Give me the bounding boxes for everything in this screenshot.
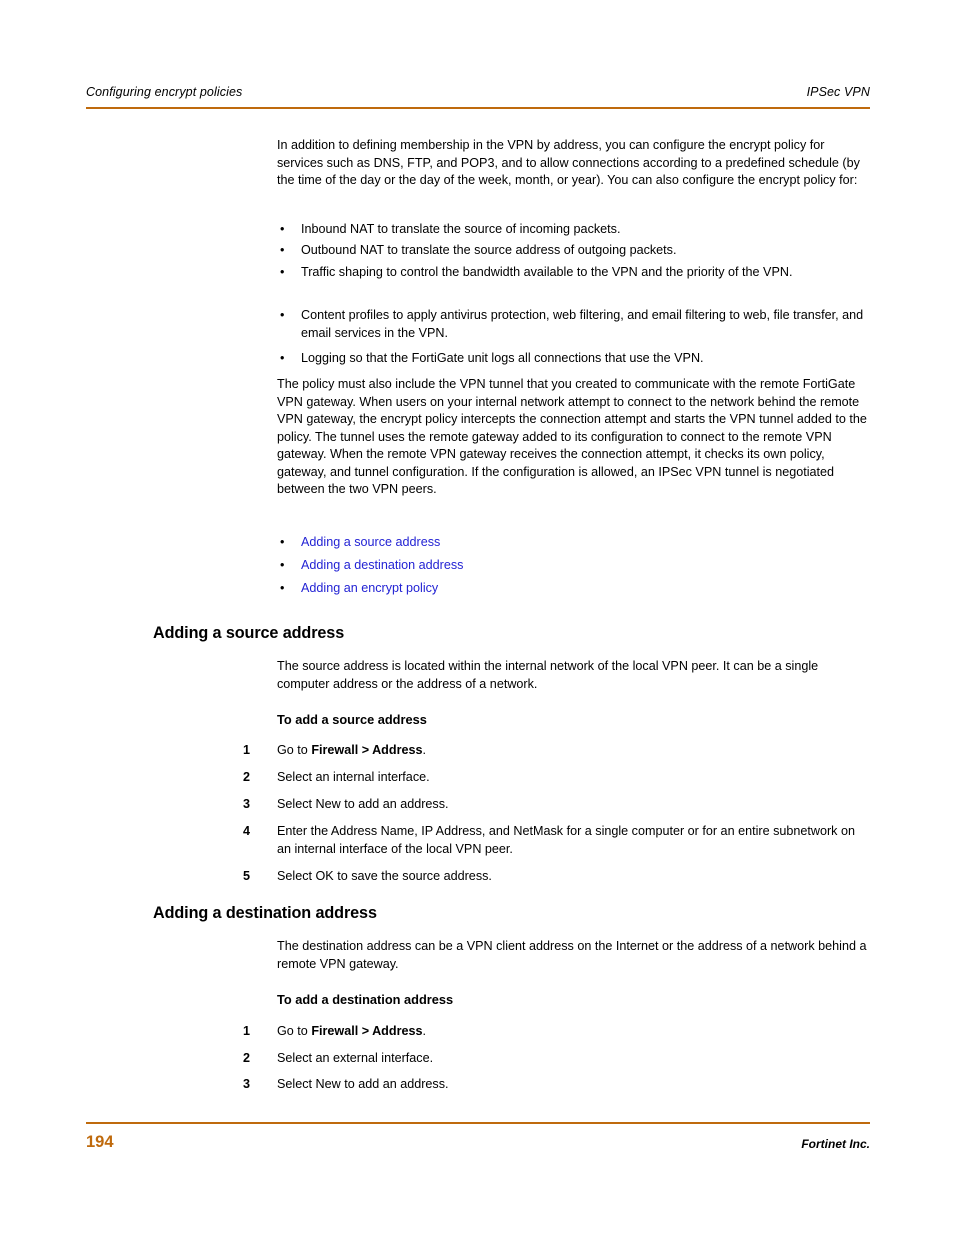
destination-address-paragraph: The destination address can be a VPN cli… <box>277 939 867 971</box>
step-text-post: . <box>422 1024 427 1038</box>
procedure-step: 2 Select an external interface. <box>236 1050 867 1068</box>
step-number: 1 <box>242 1024 250 1038</box>
list-item: • Adding a source address <box>277 534 867 552</box>
step-text: Select New to add an address. <box>277 797 449 811</box>
header-section-title: Configuring encrypt policies <box>86 85 243 99</box>
bullet-glyph: • <box>280 222 285 236</box>
procedure-step: 3 Select New to add an address. <box>236 796 867 814</box>
list-item: • Outbound NAT to translate the source a… <box>277 242 867 260</box>
bullet-glyph: • <box>280 351 285 365</box>
header-chapter-title: IPSec VPN <box>806 85 870 99</box>
section-heading-source-address: Adding a source address <box>153 624 345 642</box>
procedure-step: 4 Enter the Address Name, IP Address, an… <box>236 823 867 858</box>
cross-reference-link-source-address[interactable]: Adding a source address <box>301 534 867 552</box>
list-item: • Traffic shaping to control the bandwid… <box>277 264 867 282</box>
bullet-glyph: • <box>280 265 285 279</box>
procedure-step: 3 Select New to add an address. <box>236 1076 867 1094</box>
step-text: Select OK to save the source address. <box>277 869 492 883</box>
step-number: 2 <box>242 770 250 784</box>
bullet-glyph: • <box>280 243 285 257</box>
list-item: • Logging so that the FortiGate unit log… <box>277 350 867 368</box>
list-item-text: Traffic shaping to control the bandwidth… <box>301 265 793 279</box>
footer-divider-rule <box>86 1122 870 1124</box>
step-text: Go to Firewall > Address. <box>277 1023 867 1041</box>
document-page: Configuring encrypt policies IPSec VPN I… <box>0 0 954 1235</box>
policy-paragraph: The policy must also include the VPN tun… <box>277 377 867 496</box>
list-item: • Inbound NAT to translate the source of… <box>277 221 867 239</box>
procedure-step: 1 Go to Firewall > Address. <box>236 742 867 760</box>
section-heading-destination-address: Adding a destination address <box>153 904 377 922</box>
cross-reference-link-encrypt-policy[interactable]: Adding an encrypt policy <box>301 580 867 598</box>
step-text-pre: Go to <box>277 743 312 757</box>
list-item-text: Logging so that the FortiGate unit logs … <box>301 351 704 365</box>
header-divider-rule <box>86 107 870 109</box>
page-number: 194 <box>86 1133 114 1151</box>
step-number: 2 <box>242 1051 250 1065</box>
step-text: Select New to add an address. <box>277 1077 449 1091</box>
intro-paragraph: In addition to defining membership in th… <box>277 138 860 187</box>
step-number: 5 <box>242 869 250 883</box>
bullet-glyph: • <box>280 558 285 572</box>
list-item: • Adding a destination address <box>277 557 867 575</box>
list-item: • Adding an encrypt policy <box>277 580 867 598</box>
list-item: • Content profiles to apply antivirus pr… <box>277 307 867 342</box>
step-text: Select an external interface. <box>277 1051 434 1065</box>
list-item-text: Inbound NAT to translate the source of i… <box>301 222 621 236</box>
step-number: 3 <box>242 1077 250 1091</box>
footer-publisher: Fortinet Inc. <box>801 1137 870 1151</box>
running-header: Configuring encrypt policies IPSec VPN <box>86 84 870 108</box>
step-number: 1 <box>242 743 250 757</box>
procedure-heading-source-address: To add a source address <box>277 712 427 727</box>
step-text-post: . <box>422 743 427 757</box>
list-item-text: Content profiles to apply antivirus prot… <box>301 308 864 340</box>
bullet-glyph: • <box>280 581 285 595</box>
step-number: 4 <box>242 824 250 838</box>
procedure-heading-destination-address: To add a destination address <box>277 992 454 1007</box>
procedure-step: 2 Select an internal interface. <box>236 769 867 787</box>
procedure-step: 5 Select OK to save the source address. <box>236 868 867 886</box>
step-text: Select an internal interface. <box>277 770 430 784</box>
step-text: Go to Firewall > Address. <box>277 742 867 760</box>
procedure-step: 1 Go to Firewall > Address. <box>236 1023 867 1041</box>
step-menu-path: Firewall > Address <box>311 743 423 757</box>
cross-reference-link-destination-address[interactable]: Adding a destination address <box>301 557 867 575</box>
source-address-paragraph: The source address is located within the… <box>277 659 819 691</box>
bullet-glyph: • <box>280 535 285 549</box>
bullet-glyph: • <box>280 308 285 322</box>
list-item-text: Outbound NAT to translate the source add… <box>301 243 677 257</box>
step-number: 3 <box>242 797 250 811</box>
step-text: Enter the Address Name, IP Address, and … <box>277 824 855 856</box>
step-menu-path: Firewall > Address <box>311 1024 423 1038</box>
step-text-pre: Go to <box>277 1024 312 1038</box>
